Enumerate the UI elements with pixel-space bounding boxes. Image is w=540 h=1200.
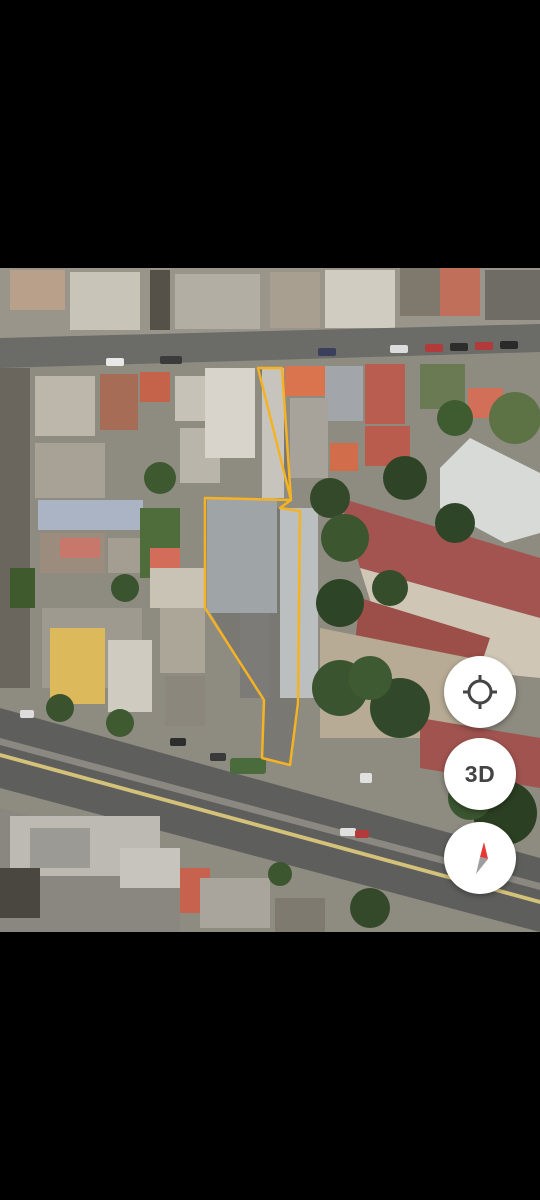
compass-icon <box>460 838 500 878</box>
toggle-3d-label: 3D <box>464 760 496 787</box>
screen: 3D <box>0 0 540 1200</box>
toggle-3d-button[interactable]: 3D <box>444 738 516 810</box>
crosshair-locate-icon <box>460 672 500 712</box>
my-location-button[interactable] <box>444 656 516 728</box>
compass-button[interactable] <box>444 822 516 894</box>
